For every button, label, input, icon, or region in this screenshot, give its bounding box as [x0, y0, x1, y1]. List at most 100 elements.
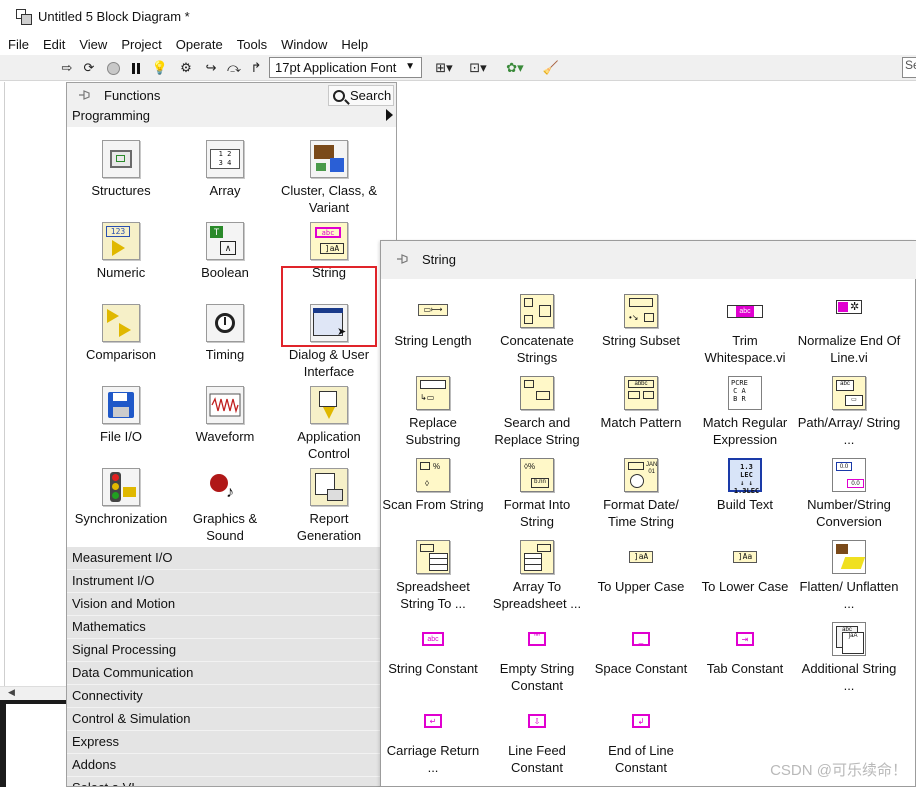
string-item-space-constant[interactable]: _ Space Constant	[589, 607, 693, 689]
menu-help[interactable]: Help	[341, 37, 368, 52]
category-mathematics[interactable]: Mathematics	[67, 616, 396, 639]
match-pattern-icon: abbc	[624, 376, 658, 410]
string-item-empty-string-constant[interactable]: "" Empty String Constant	[485, 607, 589, 693]
string-item-search-replace[interactable]: Search and Replace String	[485, 361, 589, 447]
string-item-flatten-unflatten[interactable]: Flatten/ Unflatten ...	[797, 525, 901, 611]
string-item-match-regex[interactable]: PCRE C AB R Match Regular Expression	[693, 361, 797, 447]
menu-edit[interactable]: Edit	[43, 37, 65, 52]
waveform-icon	[206, 386, 244, 424]
search-button[interactable]: Search	[328, 85, 394, 106]
string-palette-title: String	[422, 252, 456, 267]
string-item-string-constant[interactable]: abc String Constant	[381, 607, 485, 689]
carriage-return-icon: ↵	[416, 704, 450, 738]
string-selection-highlight	[281, 266, 377, 347]
scroll-left-icon[interactable]: ◀	[8, 687, 15, 697]
menu-tools[interactable]: Tools	[237, 37, 267, 52]
horizontal-scrollbar[interactable]: ◀	[0, 686, 66, 700]
string-item-to-upper-case[interactable]: ]aA To Upper Case	[589, 525, 693, 607]
string-item-normalize-eol[interactable]: ✲ Normalize End Of Line.vi	[797, 279, 901, 365]
string-item-string-subset[interactable]: •↘ String Subset	[589, 279, 693, 361]
palette-item-comparison[interactable]: Comparison	[69, 291, 173, 373]
string-item-end-of-line[interactable]: ↲ End of Line Constant	[589, 689, 693, 775]
palette-item-file-io[interactable]: File I/O	[69, 373, 173, 455]
string-item-path-array-string[interactable]: abc ▭ Path/Array/ String ...	[797, 361, 901, 447]
category-select-vi[interactable]: Select a VI...	[67, 777, 396, 786]
search-icon	[333, 89, 345, 102]
category-programming[interactable]: Programming	[67, 107, 396, 127]
menu-file[interactable]: File	[8, 37, 29, 52]
string-item-format-date-time[interactable]: JAN 01 Format Date/ Time String	[589, 443, 693, 529]
array-icon: 1 23 4	[206, 140, 244, 178]
string-palette: String ▭⟼ String Length Concatenate Stri…	[380, 240, 916, 787]
menu-view[interactable]: View	[79, 37, 107, 52]
abort-icon[interactable]	[104, 59, 122, 77]
application-control-icon	[310, 386, 348, 424]
palette-item-application-control[interactable]: Application Control	[277, 373, 381, 461]
to-lower-case-icon: ]Aa	[728, 540, 762, 574]
palette-item-structures[interactable]: Structures	[69, 127, 173, 209]
string-icon: abc]aA	[310, 222, 348, 260]
string-item-tab-constant[interactable]: ⇥ Tab Constant	[693, 607, 797, 689]
palette-item-array[interactable]: 1 23 4 Array	[173, 127, 277, 209]
step-out-icon[interactable]: ↱	[247, 59, 265, 77]
string-item-spreadsheet-string-to-array[interactable]: Spreadsheet String To ...	[381, 525, 485, 611]
string-item-to-lower-case[interactable]: ]Aa To Lower Case	[693, 525, 797, 607]
highlight-execution-icon[interactable]: 💡	[151, 59, 169, 77]
align-objects-icon[interactable]: ⊞▾	[432, 59, 456, 77]
category-connectivity[interactable]: Connectivity	[67, 685, 396, 708]
menu-operate[interactable]: Operate	[176, 37, 223, 52]
category-signal-processing[interactable]: Signal Processing	[67, 639, 396, 662]
pin-icon[interactable]	[396, 252, 410, 266]
normalize-eol-icon: ✲	[832, 294, 866, 328]
step-into-icon[interactable]: ↪	[202, 59, 220, 77]
step-over-icon[interactable]: ⤼	[225, 59, 243, 77]
cluster-icon	[310, 140, 348, 178]
palette-item-boolean[interactable]: T ∧ Boolean	[173, 209, 277, 291]
string-item-match-pattern[interactable]: abbc Match Pattern	[589, 361, 693, 443]
programming-grid: Structures 1 23 4 Array Cluster, Class, …	[67, 127, 396, 547]
category-vision-motion[interactable]: Vision and Motion	[67, 593, 396, 616]
string-item-carriage-return[interactable]: ↵ Carriage Return ...	[381, 689, 485, 775]
timing-watch-icon	[206, 304, 244, 342]
clean-up-diagram-icon[interactable]: 🧹	[540, 59, 562, 77]
flatten-unflatten-icon	[832, 540, 866, 574]
string-item-trim-whitespace[interactable]: abc Trim Whitespace.vi	[693, 279, 797, 365]
palette-item-report-generation[interactable]: Report Generation	[277, 455, 381, 543]
palette-item-waveform[interactable]: Waveform	[173, 373, 277, 455]
reorder-icon[interactable]: ✿▾	[503, 59, 527, 77]
string-item-format-into-string[interactable]: ◊% b.nn Format Into String	[485, 443, 589, 529]
palette-item-timing[interactable]: Timing	[173, 291, 277, 373]
category-express[interactable]: Express	[67, 731, 396, 754]
retain-wire-values-icon[interactable]: ⚙	[177, 59, 195, 77]
pin-icon[interactable]	[78, 88, 92, 102]
search-field[interactable]: Se	[902, 57, 916, 78]
string-item-concatenate[interactable]: Concatenate Strings	[485, 279, 589, 365]
string-item-scan-from-string[interactable]: % ◊ Scan From String	[381, 443, 485, 525]
palette-item-cluster-class-variant[interactable]: Cluster, Class, & Variant	[277, 127, 381, 215]
palette-item-graphics-sound[interactable]: ♪ Graphics & Sound	[173, 455, 277, 543]
string-item-additional-string[interactable]: abc]aA Additional String ...	[797, 607, 901, 693]
string-item-number-string-conversion[interactable]: 0.0 0.0 Number/String Conversion	[797, 443, 901, 529]
palette-item-numeric[interactable]: 123 Numeric	[69, 209, 173, 291]
category-addons[interactable]: Addons	[67, 754, 396, 777]
format-date-time-icon: JAN 01	[624, 458, 658, 492]
string-item-build-text[interactable]: 1.3 LEC ↓ ↓ 1.3LEC Build Text	[693, 443, 797, 525]
category-data-communication[interactable]: Data Communication	[67, 662, 396, 685]
run-continuously-icon[interactable]: ⟳	[80, 59, 98, 77]
string-item-replace-substring[interactable]: ↳▭ Replace Substring	[381, 361, 485, 447]
run-arrow-icon[interactable]: ⇨	[58, 59, 76, 77]
window-title: Untitled 5 Block Diagram *	[38, 9, 190, 24]
array-to-spreadsheet-icon	[520, 540, 554, 574]
menu-window[interactable]: Window	[281, 37, 327, 52]
palette-item-synchronization[interactable]: Synchronization	[69, 455, 173, 537]
string-item-string-length[interactable]: ▭⟼ String Length	[381, 279, 485, 361]
category-control-simulation[interactable]: Control & Simulation	[67, 708, 396, 731]
pause-icon[interactable]	[127, 59, 145, 77]
font-dropdown[interactable]: 17pt Application Font ▼	[269, 57, 422, 78]
distribute-objects-icon[interactable]: ⊡▾	[466, 59, 490, 77]
menu-project[interactable]: Project	[121, 37, 161, 52]
string-item-line-feed[interactable]: ⇩ Line Feed Constant	[485, 689, 589, 775]
string-item-array-to-spreadsheet[interactable]: Array To Spreadsheet ...	[485, 525, 589, 611]
category-instrument-io[interactable]: Instrument I/O	[67, 570, 396, 593]
category-measurement-io[interactable]: Measurement I/O	[67, 547, 396, 570]
